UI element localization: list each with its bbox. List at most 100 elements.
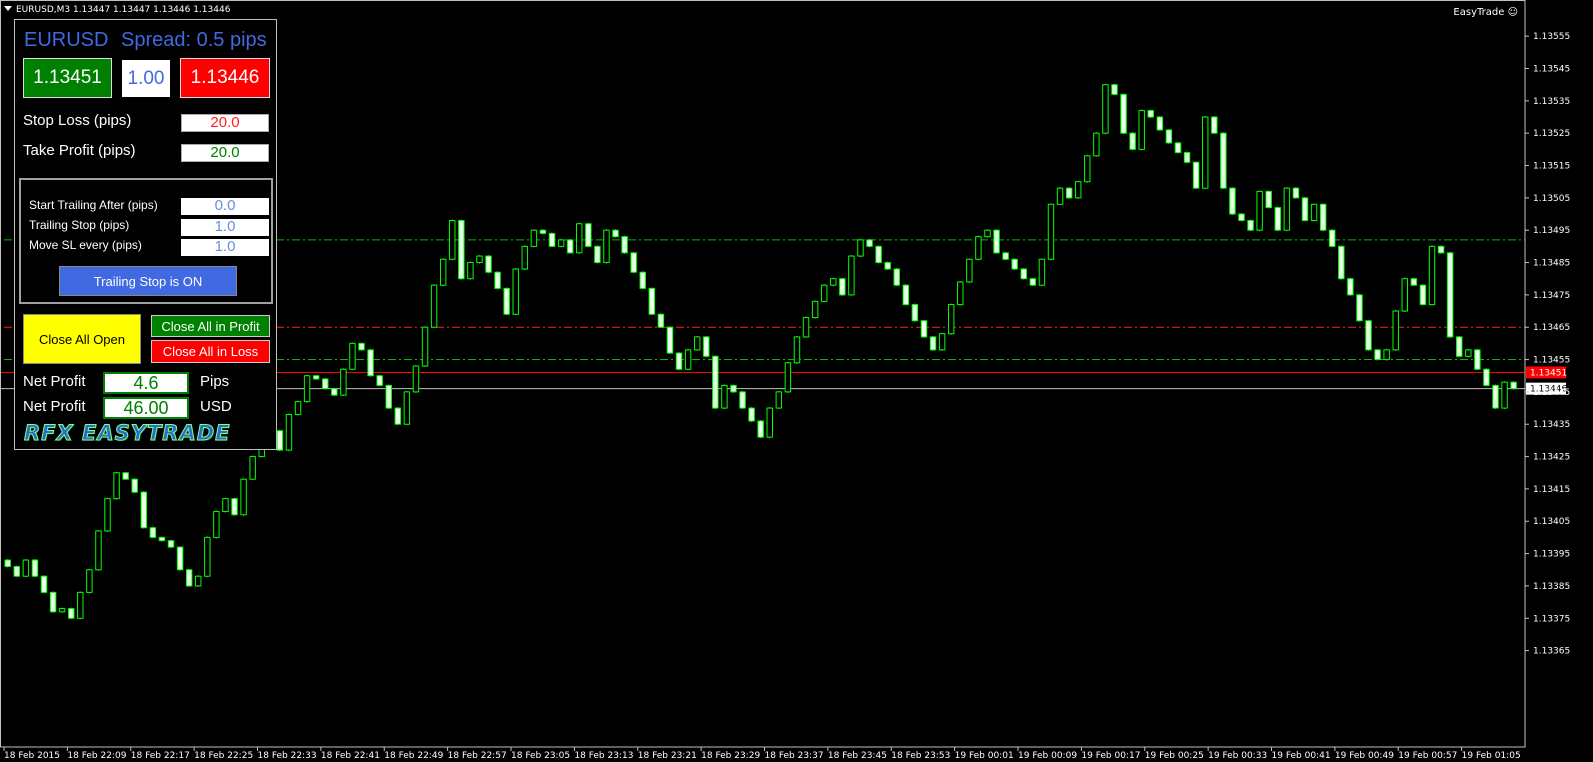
take-profit-input[interactable]: 20.0 [181, 144, 269, 162]
move-sl-input[interactable]: 1.0 [181, 239, 269, 256]
x-tick-label: 18 Feb 22:25 [194, 751, 253, 761]
y-tick-label: 1.13515 [1533, 162, 1570, 172]
candle [539, 229, 547, 234]
candle [394, 407, 402, 425]
candle [213, 511, 220, 538]
candle [476, 255, 483, 264]
candle [766, 407, 773, 438]
candle [748, 407, 755, 422]
symbol-label: EURUSD [24, 29, 109, 51]
candle [176, 546, 184, 571]
net-profit-usd-value: 46.00 [103, 397, 189, 419]
stop-loss-input[interactable]: 20.0 [181, 114, 269, 132]
candle [340, 368, 347, 396]
ask-price-label: 1.13451 [1530, 368, 1567, 378]
y-tick-label: 1.13495 [1533, 226, 1570, 236]
candle [303, 375, 311, 403]
candle [240, 478, 247, 516]
candle [1274, 207, 1282, 231]
y-tick-label: 1.13425 [1533, 453, 1570, 463]
candle [657, 313, 665, 328]
candle [530, 229, 538, 247]
candle [1029, 278, 1037, 286]
candle [1374, 349, 1381, 361]
candle [1365, 320, 1372, 351]
candle [1102, 84, 1109, 134]
y-tick-label: 1.13545 [1533, 65, 1570, 75]
candle [367, 349, 374, 377]
buy-button[interactable]: 1.13451 [23, 58, 112, 98]
candle [721, 384, 728, 409]
x-tick-label: 19 Feb 00:17 [1081, 751, 1140, 761]
candle [730, 384, 737, 393]
candle [576, 223, 583, 254]
y-tick-label: 1.13375 [1533, 614, 1570, 624]
x-tick-label: 18 Feb 23:13 [574, 751, 633, 761]
candle [893, 268, 900, 286]
start-trailing-label: Start Trailing After (pips) [29, 198, 158, 212]
candle [322, 378, 329, 390]
candle [222, 498, 229, 513]
chart-title-text: EURUSD,M3 1.13447 1.13447 1.13446 1.1344… [16, 5, 231, 15]
candle [439, 258, 447, 286]
candle [1437, 245, 1445, 254]
candle [1183, 152, 1191, 163]
x-tick-label: 18 Feb 22:57 [448, 751, 507, 761]
lot-size-input[interactable]: 1.00 [122, 60, 170, 97]
candle [449, 219, 456, 260]
candle [666, 326, 674, 354]
candle [1338, 245, 1345, 280]
candle [4, 559, 11, 568]
start-trailing-input[interactable]: 0.0 [181, 198, 269, 215]
dropdown-triangle-icon[interactable] [4, 6, 12, 11]
candle [957, 281, 964, 306]
x-tick-label: 19 Feb 00:49 [1335, 751, 1394, 761]
trailing-stop-toggle-button[interactable]: Trailing Stop is ON [59, 266, 237, 296]
candle [594, 245, 601, 264]
candle [603, 229, 610, 264]
candle [548, 232, 556, 247]
candle [1410, 278, 1418, 286]
candle [167, 540, 175, 548]
candle [1147, 110, 1154, 118]
smiley-icon: ☺ [1507, 7, 1518, 18]
candle [13, 566, 21, 577]
candle [68, 608, 75, 619]
candle [467, 262, 474, 280]
candle [857, 239, 864, 257]
y-tick-label: 1.13435 [1533, 420, 1570, 430]
sell-button[interactable]: 1.13446 [180, 58, 270, 98]
candle [612, 229, 619, 238]
candle [1310, 203, 1318, 221]
candle [131, 478, 138, 493]
candle [1220, 132, 1227, 189]
y-tick-label: 1.13445 [1533, 388, 1570, 398]
candle [1383, 349, 1390, 361]
close-all-profit-button[interactable]: Close All in Profit [151, 315, 270, 337]
x-tick-label: 18 Feb 22:49 [384, 751, 443, 761]
close-all-open-button[interactable]: Close All Open [23, 314, 141, 364]
candle [1238, 213, 1245, 221]
candle [1256, 190, 1263, 231]
close-all-loss-button[interactable]: Close All in Loss [151, 340, 270, 363]
candle [993, 229, 1000, 254]
take-profit-label: Take Profit (pips) [23, 142, 136, 159]
candle [1047, 203, 1055, 260]
candle [1002, 252, 1009, 260]
candle [639, 271, 646, 289]
candle [621, 236, 628, 254]
candle [22, 559, 30, 577]
candle [947, 304, 955, 335]
x-tick-label: 18 Feb 22:17 [131, 751, 190, 761]
trailing-stop-input[interactable]: 1.0 [181, 219, 269, 236]
trailing-stop-label: Trailing Stop (pips) [29, 218, 130, 232]
net-profit-pips-value: 4.6 [103, 372, 189, 394]
ea-name: EasyTrade ☺ [1453, 7, 1518, 18]
candle [503, 287, 510, 315]
candle [276, 430, 284, 451]
candle [458, 219, 465, 280]
net-profit-usd-label: Net Profit [23, 398, 86, 415]
candle [1474, 349, 1481, 370]
candle [566, 239, 574, 254]
spread-label: Spread: 0.5 pips [121, 29, 267, 51]
